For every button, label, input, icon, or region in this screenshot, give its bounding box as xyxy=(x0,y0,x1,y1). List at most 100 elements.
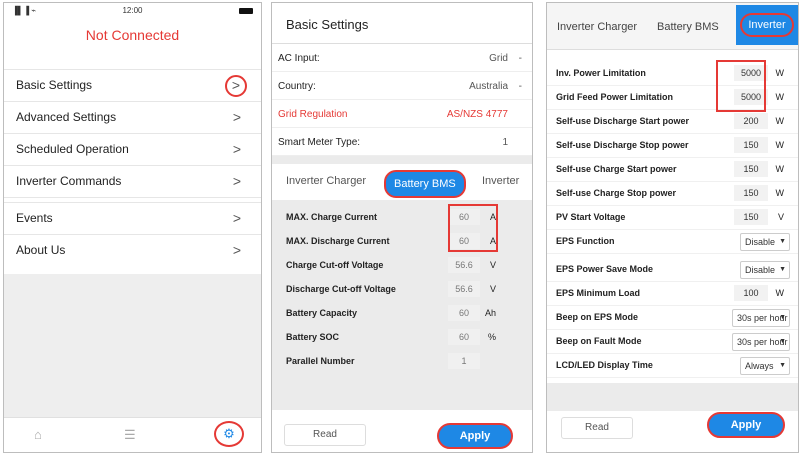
bms-panel: MAX. Charge Current 60 A MAX. Discharge … xyxy=(272,200,532,410)
chevron-down-icon: ▼ xyxy=(779,338,786,345)
eps-function-select[interactable]: Disable ▼ xyxy=(740,233,790,251)
value-input[interactable]: 1 xyxy=(448,353,480,369)
unit-label: W xyxy=(775,188,785,198)
value-input[interactable]: 100 xyxy=(734,285,768,301)
row-label: Beep on EPS Mode xyxy=(556,312,639,322)
phone-screen-inverter-settings: Inverter Charger Battery BMS Inverter In… xyxy=(546,2,799,453)
unit-label: W xyxy=(775,288,785,298)
unit-label: W xyxy=(775,92,785,102)
menu-item-basic-settings[interactable]: Basic Settings > xyxy=(4,69,261,101)
menu-item-scheduled-operation[interactable]: Scheduled Operation > xyxy=(4,133,261,165)
menu-item-label: Inverter Commands xyxy=(16,174,122,188)
menu-item-label: About Us xyxy=(16,243,66,257)
row-label: Grid Feed Power Limitation xyxy=(556,92,674,102)
beep-on-fault-mode-row: Beep on Fault Mode 30s per hour ▼ xyxy=(547,329,798,354)
section-divider xyxy=(547,383,798,411)
gear-icon[interactable]: ⚙ xyxy=(214,421,244,447)
menu-item-events[interactable]: Events > xyxy=(4,202,261,234)
chevron-right-icon: > xyxy=(232,109,241,125)
tab-battery-bms[interactable]: Battery BMS xyxy=(657,21,719,33)
settings-tabs: Inverter Charger Battery BMS Inverter xyxy=(272,164,532,200)
value-input[interactable]: 60 xyxy=(448,305,480,321)
ac-input-field[interactable]: AC Input: Grid - xyxy=(272,47,532,72)
status-bar: ▐▌▐ ⌁ 12:00 xyxy=(4,3,261,19)
pv-start-voltage-row: PV Start Voltage 150 V xyxy=(547,205,798,230)
row-label: Parallel Number xyxy=(286,356,355,366)
chevron-right-icon: > xyxy=(232,242,241,258)
charge-cutoff-voltage-row: Charge Cut-off Voltage 56.6 V xyxy=(272,253,532,277)
settings-tabs: Inverter Charger Battery BMS Inverter xyxy=(547,3,798,50)
value-input[interactable]: 200 xyxy=(734,113,768,129)
chevron-right-icon: > xyxy=(232,210,241,226)
menu-item-label: Events xyxy=(16,211,53,225)
row-label: MAX. Discharge Current xyxy=(286,236,390,246)
apply-button[interactable]: Apply xyxy=(437,423,513,449)
sliders-icon[interactable]: ☰ xyxy=(124,427,136,443)
row-label: Self-use Discharge Stop power xyxy=(556,140,689,150)
select-value: Always xyxy=(745,361,774,371)
row-label: Inv. Power Limitation xyxy=(556,68,646,78)
read-button[interactable]: Read xyxy=(284,424,366,446)
beep-on-eps-mode-row: Beep on EPS Mode 30s per hour ▼ xyxy=(547,305,798,330)
chevron-right-icon[interactable]: > xyxy=(225,75,247,97)
eps-power-save-mode-row: EPS Power Save Mode Disable ▼ xyxy=(547,257,798,282)
value-input[interactable]: 56.6 xyxy=(448,257,480,273)
beep-fault-select[interactable]: 30s per hour ▼ xyxy=(732,333,790,351)
home-icon[interactable]: ⌂ xyxy=(34,427,42,442)
read-button[interactable]: Read xyxy=(561,417,633,439)
row-label: Self-use Charge Stop power xyxy=(556,188,677,198)
country-field[interactable]: Country: Australia - xyxy=(272,75,532,100)
battery-icon xyxy=(239,8,253,14)
self-use-charge-stop-row: Self-use Charge Stop power 150 W xyxy=(547,181,798,206)
menu-item-about-us[interactable]: About Us > xyxy=(4,234,261,266)
value-input[interactable]: 150 xyxy=(734,161,768,177)
page-title: Basic Settings xyxy=(272,3,532,44)
menu-item-label: Scheduled Operation xyxy=(16,142,129,156)
unit-label: V xyxy=(489,260,496,270)
field-value: 1 xyxy=(502,137,508,148)
select-value: Disable xyxy=(745,237,776,247)
eps-function-row: EPS Function Disable ▼ xyxy=(547,229,798,254)
row-label: Charge Cut-off Voltage xyxy=(286,260,384,270)
menu-item-label: Basic Settings xyxy=(16,78,93,92)
row-label: Self-use Charge Start power xyxy=(556,164,677,174)
highlight-box xyxy=(448,204,498,252)
eps-power-save-select[interactable]: Disable ▼ xyxy=(740,261,790,279)
tab-inverter-charger[interactable]: Inverter Charger xyxy=(286,175,366,187)
row-label: Beep on Fault Mode xyxy=(556,336,642,346)
value-input[interactable]: 150 xyxy=(734,209,768,225)
value-input[interactable]: 150 xyxy=(734,185,768,201)
row-label: Battery Capacity xyxy=(286,308,358,318)
grid-regulation-field[interactable]: Grid Regulation AS/NZS 4777 xyxy=(272,103,532,128)
bottom-tab-bar: ⌂ ☰ ⚙ xyxy=(4,417,261,452)
battery-capacity-row: Battery Capacity 60 Ah xyxy=(272,301,532,325)
beep-eps-select[interactable]: 30s per hour ▼ xyxy=(732,309,790,327)
apply-button[interactable]: Apply xyxy=(707,412,785,438)
unit-label: Ah xyxy=(484,308,496,318)
menu-item-inverter-commands[interactable]: Inverter Commands > xyxy=(4,165,261,197)
field-label: Smart Meter Type: xyxy=(278,137,361,148)
settings-menu: Basic Settings > Advanced Settings > Sch… xyxy=(4,69,261,266)
row-label: LCD/LED Display Time xyxy=(556,360,653,370)
chevron-down-icon: ▼ xyxy=(779,266,786,273)
value-input[interactable]: 150 xyxy=(734,137,768,153)
display-time-select[interactable]: Always ▼ xyxy=(740,357,790,375)
tab-battery-bms[interactable]: Battery BMS xyxy=(384,170,466,198)
smart-meter-type-field[interactable]: Smart Meter Type: 1 xyxy=(272,131,532,156)
parallel-number-row: Parallel Number 1 xyxy=(272,349,532,373)
row-label: PV Start Voltage xyxy=(556,212,626,222)
tab-inverter[interactable]: Inverter xyxy=(736,5,798,45)
tab-inverter-label: Inverter xyxy=(740,13,794,37)
value-input[interactable]: 56.6 xyxy=(448,281,480,297)
tab-inverter-charger[interactable]: Inverter Charger xyxy=(557,21,637,33)
field-value: Australia xyxy=(469,81,508,92)
connection-status: Not Connected xyxy=(85,27,180,43)
dropdown-icon: - xyxy=(518,81,522,92)
menu-item-label: Advanced Settings xyxy=(16,110,117,124)
value-input[interactable]: 60 xyxy=(448,329,480,345)
unit-label: W xyxy=(775,140,785,150)
menu-item-advanced-settings[interactable]: Advanced Settings > xyxy=(4,101,261,133)
tab-inverter[interactable]: Inverter xyxy=(482,175,519,187)
chevron-right-icon: > xyxy=(232,141,241,157)
row-label: EPS Function xyxy=(556,236,615,246)
